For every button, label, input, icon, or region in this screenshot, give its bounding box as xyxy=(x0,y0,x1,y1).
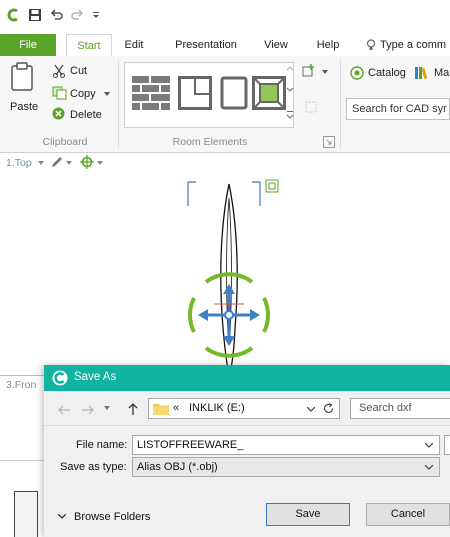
insert-object-icon[interactable] xyxy=(302,64,316,78)
savetype-value: Alias OBJ (*.obj) xyxy=(137,461,218,473)
delete-button[interactable]: Delete xyxy=(70,109,102,121)
dialog-title: Save As xyxy=(74,371,117,383)
command-search[interactable]: Type a comm xyxy=(380,34,450,56)
savetype-select[interactable]: Alias OBJ (*.obj) xyxy=(132,457,440,477)
address-bar[interactable]: « INKLIK (E:) xyxy=(148,398,340,419)
gallery-scroll-icon[interactable] xyxy=(286,64,294,124)
tab-file[interactable]: File xyxy=(0,34,56,56)
materials-button[interactable]: Ma xyxy=(434,67,449,79)
chevron-down-icon[interactable] xyxy=(307,407,315,412)
chevron-down-icon[interactable] xyxy=(425,443,433,448)
savetype-label: Save as type: xyxy=(60,461,127,473)
quick-access-toolbar xyxy=(0,0,450,34)
chevron-down-icon[interactable] xyxy=(425,465,433,470)
scissors-icon xyxy=(53,64,65,78)
save-as-dialog: Save As « INKLIK (E:) Search dxf File na… xyxy=(44,365,450,537)
breadcrumb-overflow[interactable]: « xyxy=(173,402,179,414)
wall-icon[interactable] xyxy=(132,76,170,110)
door-icon[interactable] xyxy=(220,76,248,110)
group-divider xyxy=(340,60,341,148)
catalog-button[interactable]: Catalog xyxy=(368,67,406,79)
tab-view[interactable]: View xyxy=(258,34,294,56)
redo-icon[interactable] xyxy=(70,8,84,22)
copy-icon xyxy=(52,86,67,100)
ribbon: Paste Cut Copy Delete Clipboard Room Ele… xyxy=(0,56,450,153)
top-view-label[interactable]: 1.Top xyxy=(6,157,32,169)
back-arrow-icon[interactable] xyxy=(58,405,70,415)
chevron-down-icon[interactable] xyxy=(104,92,110,96)
undo-icon[interactable] xyxy=(50,8,64,22)
recent-dropdown-icon[interactable] xyxy=(104,406,110,410)
breadcrumb-current[interactable]: INKLIK (E:) xyxy=(189,402,245,414)
chevron-down-icon[interactable] xyxy=(322,70,328,74)
delete-icon xyxy=(52,107,65,120)
save-button[interactable]: Save xyxy=(266,503,350,526)
room-elements-group-label: Room Elements xyxy=(172,136,248,148)
snap-icon[interactable] xyxy=(80,155,94,169)
transform-gizmo[interactable] xyxy=(184,270,274,360)
front-view-label[interactable]: 3.Fron xyxy=(6,379,36,391)
browse-folders-toggle[interactable]: Browse Folders xyxy=(74,511,150,523)
cut-button[interactable]: Cut xyxy=(70,65,87,77)
window-icon[interactable] xyxy=(252,76,286,110)
tab-help[interactable]: Help xyxy=(310,34,346,56)
ribbon-tab-bar: File Start Edit Presentation View Help T… xyxy=(0,34,450,57)
refresh-icon[interactable] xyxy=(323,403,334,414)
cad-search-field[interactable]: Search for CAD syr xyxy=(346,98,450,120)
front-view-object xyxy=(14,491,38,537)
app-logo-icon xyxy=(52,370,68,386)
materials-icon xyxy=(415,67,428,80)
cancel-button[interactable]: Cancel xyxy=(366,503,450,526)
chevron-down-icon[interactable] xyxy=(58,514,66,519)
group-divider xyxy=(118,60,119,148)
save-icon[interactable] xyxy=(28,8,42,22)
clipboard-group-label: Clipboard xyxy=(42,136,88,148)
forward-arrow-icon[interactable] xyxy=(82,405,94,415)
filename-label: File name: xyxy=(76,439,128,451)
filename-input-edge xyxy=(444,435,450,455)
copy-button[interactable]: Copy xyxy=(70,88,96,100)
up-arrow-icon[interactable] xyxy=(128,403,138,415)
cad-search-placeholder: Search for CAD syr xyxy=(352,103,447,115)
folder-icon xyxy=(153,404,169,415)
tab-start[interactable]: Start xyxy=(66,34,112,57)
search-input[interactable]: Search dxf xyxy=(350,398,450,419)
search-placeholder: Search dxf xyxy=(359,402,412,414)
lightbulb-icon xyxy=(366,39,376,50)
pen-icon[interactable] xyxy=(50,155,64,169)
dialog-launcher-icon[interactable] xyxy=(323,136,335,148)
chevron-down-icon[interactable] xyxy=(38,161,44,165)
import-icon xyxy=(305,101,317,113)
app-logo-icon[interactable] xyxy=(6,8,20,22)
viewport-pane-divider xyxy=(0,460,44,461)
dialog-title-bar[interactable]: Save As xyxy=(44,365,450,391)
tab-presentation[interactable]: Presentation xyxy=(166,34,246,56)
room-icon[interactable] xyxy=(178,76,212,110)
catalog-icon xyxy=(350,66,364,80)
chevron-down-icon[interactable] xyxy=(66,161,72,165)
chevron-down-icon[interactable] xyxy=(97,161,103,165)
paste-icon[interactable] xyxy=(10,62,34,92)
customize-dropdown-icon[interactable] xyxy=(92,8,100,22)
paste-button[interactable]: Paste xyxy=(10,101,38,113)
filename-input[interactable]: LISTOFFREEWARE_ xyxy=(132,435,440,455)
tab-edit[interactable]: Edit xyxy=(118,34,150,56)
filename-value: LISTOFFREEWARE_ xyxy=(137,439,244,451)
